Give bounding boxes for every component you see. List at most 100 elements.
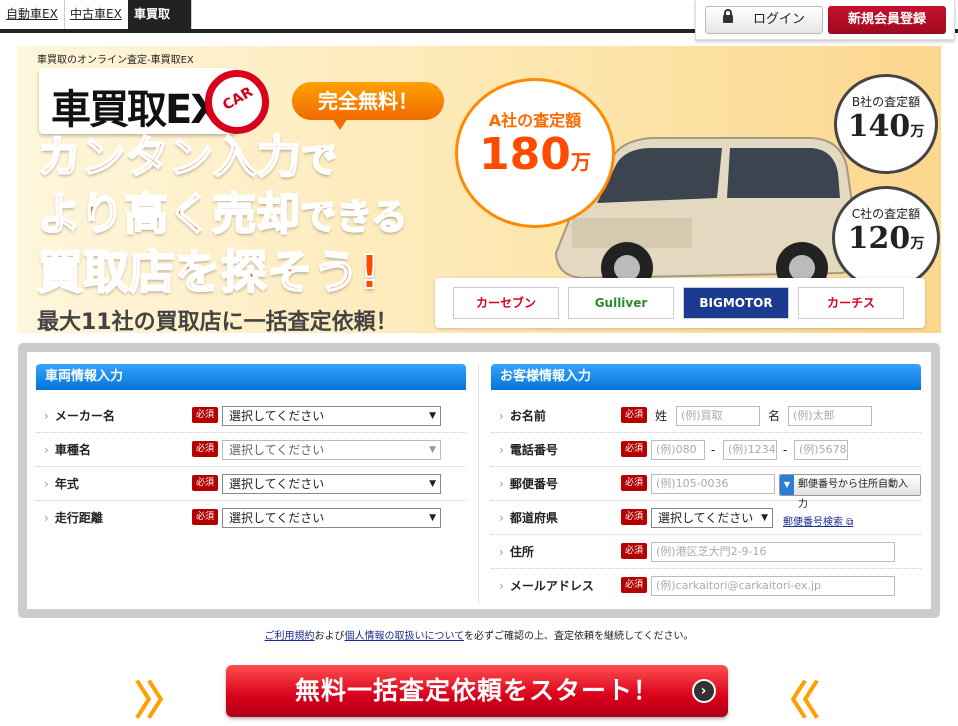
row-prefecture: 都道府県 必須 選択してください ▼ 郵便番号検索 ⧉ [491,501,921,535]
model-select-value: 選択してください [229,443,325,457]
required-badge: 必須 [621,441,647,457]
chevron-down-icon: ▼ [780,475,794,495]
maker-label: メーカー名 [44,399,115,433]
external-link-icon: ⧉ [846,517,854,528]
subheadline: 最大11社の買取店に一括査定依頼！ [37,304,398,333]
maker-select[interactable]: 選択してください ▼ [222,406,441,426]
phone-input-1[interactable]: (例)080 [651,440,705,460]
customer-section-title: お客様情報入力 [491,364,921,390]
subhead-rest: の買取店に一括査定依頼！ [133,310,398,333]
vehicle-section-title: 車両情報入力 [36,364,466,390]
section-divider [478,364,479,604]
tab-chuko-ex[interactable]: 中古車EX [64,0,129,29]
row-model: 車種名 必須 選択してください ▼ [36,433,466,467]
name-label: お名前 [499,399,546,433]
logo-ring-text: CAR [220,84,256,114]
required-badge: 必須 [621,475,647,491]
required-badge: 必須 [192,407,218,423]
notice-rest: を必ずご確認の上、査定依頼を継続してください。 [464,631,694,642]
headline-line2-suffix: できる [299,196,408,239]
model-select[interactable]: 選択してください ▼ [222,440,441,460]
login-label: ログイン [752,12,805,27]
phone-sep-1: - [711,443,716,457]
logo-ring: CAR [205,70,269,134]
zip-label: 郵便番号 [499,467,558,501]
tab-jidosha-ex[interactable]: 自動車EX [0,0,65,29]
chevron-down-icon: ▼ [761,513,768,523]
quote-bubble-c: C社の査定額 120万 [832,186,940,290]
site-logo[interactable]: 車買取EX CAR [39,68,269,134]
tagline: 車買取のオンライン査定-車買取EX [37,55,194,66]
login-button[interactable]: ログイン [705,6,823,34]
quote-c-value: 120 [847,221,911,256]
row-maker: メーカー名 必須 選択してください ▼ [36,399,466,433]
prefecture-select[interactable]: 選択してください ▼ [651,508,773,528]
row-zip: 郵便番号 必須 (例)105-0036 ▼郵便番号から住所自動入力 [491,467,921,510]
required-badge: 必須 [621,407,647,423]
partner-logos: カーセブン Gulliver BIGMOTOR カーチス [435,278,925,328]
model-label: 車種名 [44,433,91,467]
quote-bubble-a: A社の査定額 180万 [455,78,615,228]
chevron-down-icon: ▼ [429,479,436,489]
row-year: 年式 必須 選択してください ▼ [36,467,466,501]
headline-line1-suffix: で [300,139,338,182]
address-label: 住所 [499,535,534,569]
phone-input-2[interactable]: (例)1234 [723,440,777,460]
start-assessment-button[interactable]: 無料一括査定依頼をスタート！ › [226,665,728,717]
partner-logo-carchs: カーチス [798,287,904,319]
partner-logo-carseven: カーセブン [453,287,559,319]
required-badge: 必須 [621,509,647,525]
chevron-down-icon: ▼ [429,411,436,421]
row-address: 住所 必須 (例)港区芝大門2-9-16 [491,535,921,569]
last-name-label: 姓 [655,409,668,423]
quote-b-unit: 万 [910,124,925,140]
headline-line3: 買取店を探そう! [36,244,381,300]
email-input[interactable]: (例)carkaitori@carkaitori-ex.jp [651,576,895,596]
chevron-down-icon: ▼ [429,445,436,455]
year-label: 年式 [44,467,79,501]
start-button-label: 無料一括査定依頼をスタート！ [294,676,659,705]
quote-c-name: C社の査定額 [851,207,921,221]
assessment-form: 車両情報入力 メーカー名 必須 選択してください ▼ 車種名 必須 選択してくださ… [18,343,940,618]
auth-box: ログイン 新規会員登録 [695,0,955,40]
quote-b-value: 140 [847,109,911,144]
row-name: お名前 必須 姓 (例)買取 名 (例)太郎 [491,399,921,433]
mileage-select-value: 選択してください [229,511,325,525]
chevron-right-icon: 〉〉 [134,678,186,724]
phone-input-3[interactable]: (例)5678 [794,440,848,460]
year-select[interactable]: 選択してください ▼ [222,474,441,494]
headline: カンタン入力で より高く売却できる 買取店を探そう! [36,131,408,300]
required-badge: 必須 [192,441,218,457]
privacy-link[interactable]: 個人情報の取扱いについて [345,631,465,642]
terms-link[interactable]: ご利用規約 [265,631,315,642]
address-input[interactable]: (例)港区芝大門2-9-16 [651,542,895,562]
partner-logo-gulliver: Gulliver [568,287,674,319]
email-label: メールアドレス [499,569,594,603]
mileage-label: 走行距離 [44,501,103,535]
quote-b-name: B社の査定額 [851,95,921,109]
quote-bubble-b: B社の査定額 140万 [834,74,938,174]
row-mileage: 走行距離 必須 選択してください ▼ [36,501,466,535]
headline-line2: より高く売却 [36,188,301,241]
maker-select-value: 選択してください [229,409,325,423]
tab-kaitori-ex[interactable]: 車買取EX [128,0,192,50]
prefecture-select-value: 選択してください [658,511,754,525]
year-select-value: 選択してください [229,477,325,491]
row-email: メールアドレス 必須 (例)carkaitori@carkaitori-ex.j… [491,569,921,603]
mileage-select[interactable]: 選択してください ▼ [222,508,441,528]
zip-input[interactable]: (例)105-0036 [651,474,775,494]
row-phone: 電話番号 必須 (例)080 - (例)1234 - (例)5678 [491,433,921,467]
zip-autofill-button[interactable]: ▼ 郵便番号から住所自動入力 [779,474,921,510]
subhead-emphasis: 最大11社 [37,310,134,333]
quote-a-unit: 万 [570,150,591,174]
first-name-input[interactable]: (例)太郎 [788,406,872,426]
terms-notice: ご利用規約および個人情報の取扱いについてを必ずご確認の上、査定依頼を継続してくだ… [0,627,958,642]
zip-search-link[interactable]: 郵便番号検索 ⧉ [783,513,853,528]
logo-text: 車買取EX [51,87,221,133]
first-name-label: 名 [768,409,781,423]
required-badge: 必須 [621,577,647,593]
register-button[interactable]: 新規会員登録 [828,6,946,34]
hero-banner: 車買取のオンライン査定-車買取EX 車買取EX CAR 完全無料！ カンタン入力… [17,46,941,333]
last-name-input[interactable]: (例)買取 [676,406,760,426]
chevron-left-icon: 〈〈 [768,678,820,724]
